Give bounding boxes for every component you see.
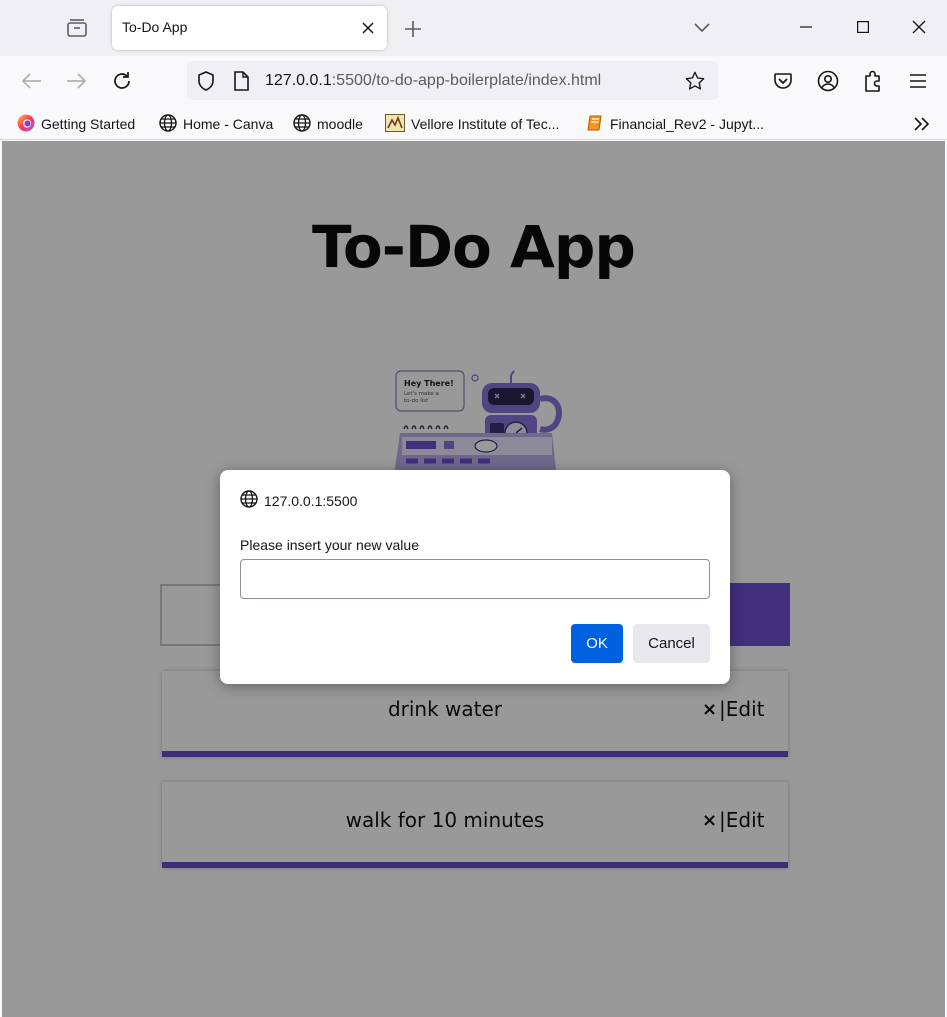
dialog-origin: 127.0.0.1:5500 <box>240 490 357 511</box>
bookmark-vit[interactable]: Vellore Institute of Tec... <box>385 113 559 135</box>
url-path: :5500/to-do-app-boilerplate/index.html <box>331 72 602 89</box>
bookmark-moodle[interactable]: moodle <box>293 113 363 135</box>
tab-list-icon[interactable] <box>56 8 98 48</box>
globe-icon <box>240 490 258 511</box>
notebook-icon <box>586 114 604 135</box>
new-tab-icon[interactable] <box>398 14 428 44</box>
dialog-input[interactable] <box>240 559 710 599</box>
globe-icon <box>293 113 311 135</box>
shield-icon[interactable] <box>196 71 216 91</box>
maximize-icon[interactable] <box>841 8 885 46</box>
prompt-dialog: 127.0.0.1:5500 Please insert your new va… <box>220 470 730 684</box>
active-tab[interactable]: To-Do App <box>112 6 387 50</box>
bookmark-label: Financial_Rev2 - Jupyt... <box>610 116 765 132</box>
tab-title: To-Do App <box>122 19 188 35</box>
bookmark-star-icon[interactable] <box>685 71 705 91</box>
minimize-icon[interactable] <box>784 8 828 46</box>
pocket-icon[interactable] <box>766 64 800 98</box>
chevron-down-icon[interactable] <box>688 14 716 42</box>
dialog-message: Please insert your new value <box>240 537 419 553</box>
url-bar[interactable]: 127.0.0.1:5500/to-do-app-boilerplate/ind… <box>187 61 718 100</box>
back-arrow-icon[interactable] <box>15 64 49 98</box>
menu-icon[interactable] <box>901 64 935 98</box>
globe-icon <box>159 113 177 135</box>
bookmark-getting-started[interactable]: Getting Started <box>17 113 135 135</box>
url-text[interactable]: 127.0.0.1:5500/to-do-app-boilerplate/ind… <box>265 72 601 90</box>
forward-arrow-icon[interactable] <box>59 64 93 98</box>
tab-strip: To-Do App <box>0 0 947 56</box>
bookmark-label: moodle <box>317 116 363 132</box>
extensions-icon[interactable] <box>856 64 890 98</box>
chevron-double-right-icon[interactable] <box>910 112 934 136</box>
page-icon[interactable] <box>231 71 251 91</box>
url-host: 127.0.0.1 <box>265 72 332 89</box>
reload-icon[interactable] <box>105 64 139 98</box>
bookmark-financial[interactable]: Financial_Rev2 - Jupyt... <box>586 113 764 135</box>
navigation-bar: 127.0.0.1:5500/to-do-app-boilerplate/ind… <box>0 56 947 106</box>
window-close-icon[interactable] <box>897 8 941 46</box>
bookmark-label: Home - Canva <box>183 116 274 132</box>
bookmark-label: Vellore Institute of Tec... <box>411 116 560 132</box>
firefox-icon <box>17 114 35 135</box>
close-icon[interactable] <box>359 19 377 37</box>
bookmarks-bar: Getting Started Home - Canva moodle Vell… <box>0 106 947 140</box>
cancel-button[interactable]: Cancel <box>633 624 710 663</box>
bookmark-label: Getting Started <box>41 116 136 132</box>
ok-button[interactable]: OK <box>571 624 623 663</box>
dialog-origin-text: 127.0.0.1:5500 <box>264 492 358 509</box>
vit-logo-icon <box>385 113 405 135</box>
bookmark-home-canva[interactable]: Home - Canva <box>159 113 273 135</box>
account-icon[interactable] <box>811 64 845 98</box>
